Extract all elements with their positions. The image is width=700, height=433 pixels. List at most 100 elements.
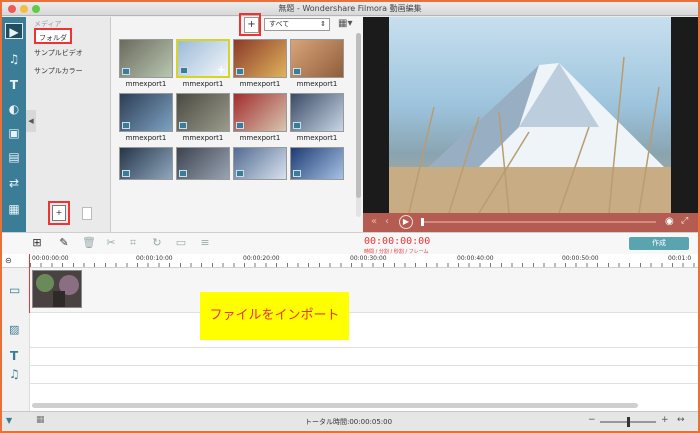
text-icon[interactable]: T <box>5 77 23 93</box>
media-thumbnail[interactable] <box>233 147 287 180</box>
media-thumbnail[interactable]: + <box>176 39 230 78</box>
timeline-clip[interactable] <box>32 270 82 308</box>
zoom-slider[interactable] <box>600 417 656 427</box>
media-thumbnail[interactable] <box>176 147 230 180</box>
preview-image <box>389 56 671 214</box>
media-thumbnail[interactable] <box>233 39 287 78</box>
trash-icon[interactable]: 🗑 <box>82 236 96 250</box>
grid-icon[interactable]: ▦ <box>36 415 45 425</box>
browser-scroll-thumb[interactable] <box>356 33 361 198</box>
photo-badge-icon <box>179 122 187 129</box>
collapse-icon[interactable]: ▼ <box>6 416 12 425</box>
overlay-icon[interactable]: ▣ <box>5 125 23 141</box>
ruler-tick-0: 00:00:00:00 <box>32 255 69 262</box>
media-thumbnail[interactable] <box>176 93 230 132</box>
zoom-out-icon[interactable]: − <box>588 415 596 425</box>
text-track[interactable] <box>30 348 698 366</box>
minimize-window-button[interactable] <box>20 5 28 13</box>
transition-icon[interactable]: ⇄ <box>5 175 23 191</box>
thumbnail-label: mmexport1 <box>182 134 224 142</box>
empty-track-head <box>2 384 30 411</box>
ruler-ticks <box>30 263 698 267</box>
thumbnail-label: mmexport1 <box>182 80 224 88</box>
tree-item-sample-color[interactable]: サンプルカラー <box>34 63 83 79</box>
export-button[interactable]: 作成 <box>629 237 689 250</box>
filter-icon[interactable]: ◐ <box>5 101 23 117</box>
snapshot-icon[interactable]: ◉ <box>665 216 674 227</box>
cut-icon[interactable]: ✂ <box>104 236 118 250</box>
photo-badge-icon <box>293 170 301 177</box>
zoom-handle[interactable] <box>627 417 630 427</box>
close-window-button[interactable] <box>8 5 16 13</box>
media-thumbnail[interactable] <box>290 147 344 180</box>
fullscreen-icon[interactable]: ⤢ <box>681 216 688 226</box>
text-track-icon: T <box>10 349 19 363</box>
browser-scrollbar[interactable] <box>356 33 361 217</box>
media-thumbnail[interactable] <box>290 39 344 78</box>
media-tree: メディア フォルダ サンプルビデオ サンプルカラー + ◀ <box>26 17 111 232</box>
ruler-tick-4: 00:00:40:00 <box>457 255 494 262</box>
media-thumbnail[interactable] <box>119 93 173 132</box>
status-bar: ▼ ▦ トータル時間:00:00:05:00 − + ↔ <box>2 411 698 431</box>
photo-badge-icon <box>122 170 130 177</box>
media-thumbnail[interactable] <box>119 39 173 78</box>
preview-panel: « ‹ ▶ ◉ ⤢ <box>363 17 698 232</box>
media-thumbnail[interactable] <box>290 93 344 132</box>
rotate-icon[interactable]: ↻ <box>150 236 164 250</box>
pen-icon[interactable]: ✎ <box>57 236 71 250</box>
video-track[interactable] <box>29 254 698 411</box>
rewind-icon[interactable]: « <box>371 216 377 227</box>
music-icon[interactable]: ♫ <box>5 51 23 67</box>
zoom-in-icon[interactable]: + <box>661 415 669 425</box>
play-button[interactable]: ▶ <box>399 215 413 229</box>
photo-badge-icon <box>179 170 187 177</box>
step-back-icon[interactable]: ‹ <box>385 216 389 227</box>
split-screen-icon[interactable]: ▦ <box>5 201 23 217</box>
add-to-timeline-icon[interactable]: + <box>217 63 226 76</box>
video-track-icon: ▭ <box>9 283 21 297</box>
fit-timeline-icon[interactable]: ↔ <box>677 415 685 425</box>
photo-badge-icon <box>293 122 301 129</box>
video-track-head: ▭ <box>2 268 30 313</box>
seek-handle[interactable] <box>421 218 424 226</box>
photo-badge-icon <box>236 170 244 177</box>
delete-folder-icon[interactable] <box>82 207 92 220</box>
crop-icon[interactable]: ⌗ <box>126 236 140 250</box>
thumbnail-label: mmexport1 <box>296 80 338 88</box>
media-thumbnail[interactable] <box>119 147 173 180</box>
adjust-icon[interactable]: ≡ <box>198 236 212 250</box>
music-track[interactable] <box>30 366 698 384</box>
ruler-tick-2: 00:00:20:00 <box>243 255 280 262</box>
library-sidebar: ▶ ♫ T ◐ ▣ ▤ ⇄ ▦ <box>2 17 26 232</box>
window-title: 無題 - Wondershare Filmora 動画編集 <box>278 4 422 13</box>
select-arrows-icon: ⇕ <box>320 20 326 28</box>
zoom-window-button[interactable] <box>32 5 40 13</box>
timeline-scrollbar[interactable] <box>32 403 638 408</box>
media-library-icon[interactable]: ▶ <box>5 23 23 39</box>
add-track-icon[interactable]: ⊞ <box>30 236 44 250</box>
thumbnail-label: mmexport1 <box>296 134 338 142</box>
ruler-tick-1: 00:00:10:00 <box>136 255 173 262</box>
element-icon[interactable]: ▤ <box>5 149 23 165</box>
photo-badge-icon <box>293 68 301 75</box>
grid-view-icon[interactable]: ▦▾ <box>338 18 356 31</box>
ruler-tick-3: 00:00:30:00 <box>350 255 387 262</box>
ruler-tick-6: 00:01:0 <box>668 255 692 262</box>
collapse-panel-icon[interactable]: ◀ <box>26 110 36 132</box>
filter-select[interactable]: すべて ⇕ <box>264 18 330 31</box>
media-browser: + すべて ⇕ ▦▾ mmexport1 + mmexport1 mmexport1 m… <box>111 13 363 232</box>
add-folder-highlight <box>48 201 70 225</box>
tree-item-sample-video[interactable]: サンプルビデオ <box>34 45 83 61</box>
photo-badge-icon <box>236 122 244 129</box>
tree-item-folder[interactable]: フォルダ <box>34 28 72 44</box>
overlay-track-head: ▨ <box>2 313 30 348</box>
timecode: 00:00:00:00 <box>364 236 431 247</box>
snap-icon[interactable]: ⊝ <box>5 256 12 265</box>
text-track-head: T <box>2 348 30 366</box>
media-thumbnail[interactable] <box>233 93 287 132</box>
preview-seek-bar[interactable] <box>421 218 656 226</box>
photo-badge-icon <box>180 67 188 74</box>
music-track-icon: ♫ <box>9 367 20 381</box>
overlay-track[interactable] <box>30 313 698 348</box>
scene-icon[interactable]: ▭ <box>174 236 188 250</box>
